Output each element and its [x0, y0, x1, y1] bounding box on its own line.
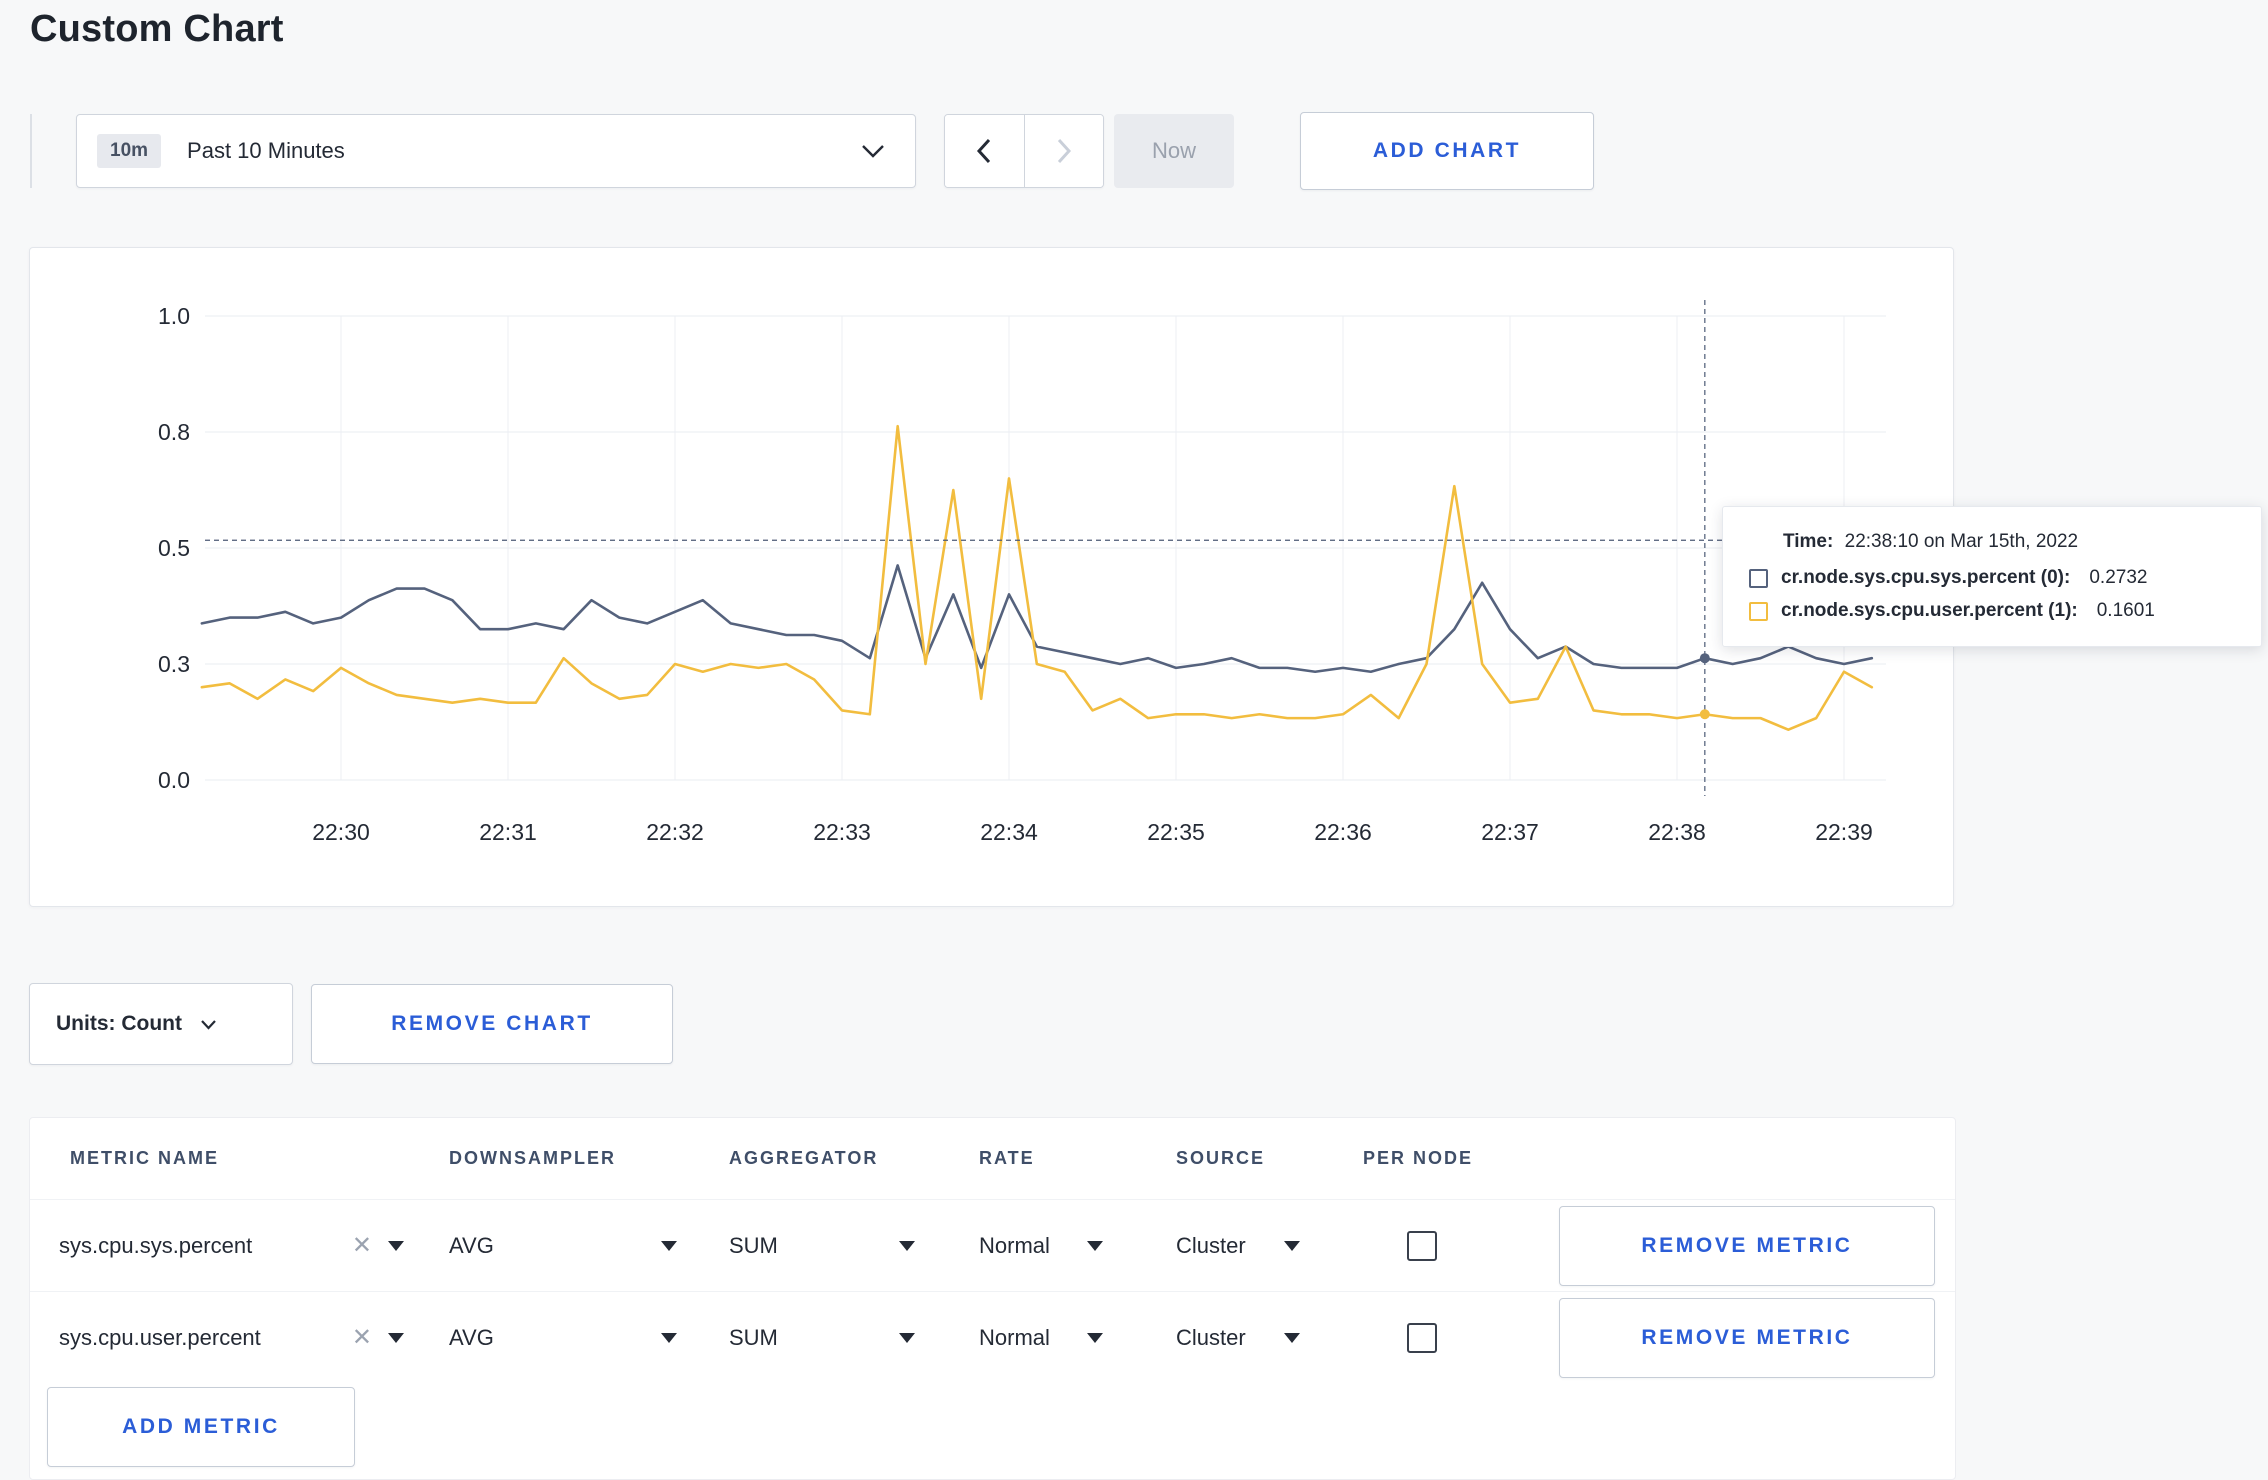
tooltip-series-row: cr.node.sys.cpu.sys.percent (0): 0.2732: [1749, 567, 2235, 589]
dropdown-caret-icon: [661, 1333, 677, 1343]
page-title: Custom Chart: [30, 8, 284, 50]
time-pager: [944, 114, 1104, 188]
svg-text:22:36: 22:36: [1314, 819, 1372, 845]
toolbar-divider: [30, 114, 32, 188]
metric-row: sys.cpu.sys.percent ✕ AVG SUM Normal Clu…: [30, 1199, 1955, 1292]
col-header-source: SOURCE: [1176, 1148, 1266, 1168]
tooltip-series-name: cr.node.sys.cpu.sys.percent (0):: [1781, 567, 2071, 588]
user-series-swatch-icon: [1749, 601, 1768, 621]
units-label: Units: Count: [56, 1012, 182, 1035]
time-window-badge: 10m: [97, 134, 162, 168]
rate-value: Normal: [979, 1325, 1050, 1350]
chevron-right-icon: [1056, 137, 1072, 165]
dropdown-caret-icon: [899, 1333, 915, 1343]
downsampler-value: AVG: [449, 1233, 494, 1258]
chevron-down-icon: [861, 144, 885, 158]
svg-text:0.8: 0.8: [158, 419, 190, 445]
metric-name-value: sys.cpu.user.percent: [59, 1325, 261, 1350]
chevron-down-icon: [200, 1019, 217, 1030]
tooltip-time-label: Time:: [1783, 531, 1834, 552]
col-header-downsampler: DOWNSAMPLER: [449, 1148, 616, 1168]
prev-time-button[interactable]: [945, 115, 1024, 187]
downsampler-value: AVG: [449, 1325, 494, 1350]
col-header-rate: RATE: [979, 1148, 1035, 1168]
remove-chart-button[interactable]: REMOVE CHART: [311, 984, 673, 1064]
aggregator-select[interactable]: SUM: [729, 1292, 915, 1384]
now-button[interactable]: Now: [1114, 114, 1234, 188]
tooltip-time: Time: 22:38:10 on Mar 15th, 2022: [1783, 531, 2235, 553]
add-metric-button[interactable]: ADD METRIC: [47, 1387, 355, 1467]
tooltip-series-row: cr.node.sys.cpu.user.percent (1): 0.1601: [1749, 600, 2235, 622]
metrics-table: METRIC NAME DOWNSAMPLER AGGREGATOR RATE …: [29, 1117, 1956, 1480]
source-select[interactable]: Cluster: [1176, 1200, 1300, 1292]
time-range-select[interactable]: 10m Past 10 Minutes: [76, 114, 916, 188]
svg-text:22:37: 22:37: [1481, 819, 1539, 845]
dropdown-caret-icon: [388, 1241, 404, 1251]
remove-metric-cell: REMOVE METRIC: [1559, 1200, 1935, 1292]
col-header-aggregator: AGGREGATOR: [729, 1148, 879, 1168]
svg-text:22:39: 22:39: [1815, 819, 1873, 845]
svg-text:22:34: 22:34: [980, 819, 1038, 845]
source-value: Cluster: [1176, 1325, 1246, 1350]
rate-select[interactable]: Normal: [979, 1292, 1103, 1384]
tooltip-series-value: 0.2732: [2089, 567, 2148, 588]
clear-metric-icon[interactable]: ✕: [352, 1326, 372, 1350]
dropdown-caret-icon: [1087, 1241, 1103, 1251]
per-node-checkbox[interactable]: [1407, 1231, 1437, 1261]
col-header-per-node: PER NODE: [1363, 1148, 1474, 1168]
svg-text:22:32: 22:32: [646, 819, 704, 845]
metric-name-value: sys.cpu.sys.percent: [59, 1233, 253, 1258]
svg-text:0.3: 0.3: [158, 651, 190, 677]
tooltip-series-name: cr.node.sys.cpu.user.percent (1):: [1781, 600, 2078, 621]
downsampler-select[interactable]: AVG: [449, 1292, 677, 1384]
rate-select[interactable]: Normal: [979, 1200, 1103, 1292]
dropdown-caret-icon: [661, 1241, 677, 1251]
remove-metric-button[interactable]: REMOVE METRIC: [1559, 1206, 1935, 1286]
source-value: Cluster: [1176, 1233, 1246, 1258]
per-node-cell: [1382, 1200, 1462, 1292]
source-select[interactable]: Cluster: [1176, 1292, 1300, 1384]
chevron-left-icon: [976, 137, 992, 165]
metric-name-select[interactable]: sys.cpu.sys.percent ✕: [59, 1200, 404, 1292]
col-header-metric-name: METRIC NAME: [70, 1148, 219, 1168]
per-node-checkbox[interactable]: [1407, 1323, 1437, 1353]
svg-text:22:31: 22:31: [479, 819, 537, 845]
next-time-button[interactable]: [1024, 115, 1103, 187]
dropdown-caret-icon: [1284, 1333, 1300, 1343]
dropdown-caret-icon: [899, 1241, 915, 1251]
units-select[interactable]: Units: Count: [29, 983, 293, 1065]
downsampler-select[interactable]: AVG: [449, 1200, 677, 1292]
sys-series-swatch-icon: [1749, 568, 1768, 588]
remove-metric-cell: REMOVE METRIC: [1559, 1292, 1935, 1384]
rate-value: Normal: [979, 1233, 1050, 1258]
tooltip-time-value: 22:38:10 on Mar 15th, 2022: [1844, 531, 2079, 552]
chart-tooltip: Time: 22:38:10 on Mar 15th, 2022 cr.node…: [1722, 506, 2262, 647]
tooltip-series-value: 0.1601: [2096, 600, 2155, 621]
remove-metric-button[interactable]: REMOVE METRIC: [1559, 1298, 1935, 1378]
svg-text:0.0: 0.0: [158, 767, 190, 793]
svg-text:22:30: 22:30: [312, 819, 370, 845]
time-range-label: Past 10 Minutes: [187, 138, 345, 163]
aggregator-value: SUM: [729, 1233, 778, 1258]
add-chart-button[interactable]: ADD CHART: [1300, 112, 1594, 190]
per-node-cell: [1382, 1292, 1462, 1384]
svg-text:22:38: 22:38: [1648, 819, 1706, 845]
dropdown-caret-icon: [1284, 1241, 1300, 1251]
aggregator-select[interactable]: SUM: [729, 1200, 915, 1292]
svg-text:1.0: 1.0: [158, 303, 190, 329]
dropdown-caret-icon: [1087, 1333, 1103, 1343]
svg-text:22:33: 22:33: [813, 819, 871, 845]
metric-row: sys.cpu.user.percent ✕ AVG SUM Normal Cl…: [30, 1291, 1955, 1384]
custom-chart-page: Custom Chart 10m Past 10 Minutes Now ADD…: [0, 0, 2268, 1480]
dropdown-caret-icon: [388, 1333, 404, 1343]
chart-card: 0.0 0.3 0.5 0.8 1.0 22:30 22:31 22:32 22:33 22:34…: [29, 247, 1954, 907]
svg-text:0.5: 0.5: [158, 535, 190, 561]
time-series-chart[interactable]: 0.0 0.3 0.5 0.8 1.0 22:30 22:31 22:32 22:33 22:34…: [30, 248, 1953, 906]
svg-text:22:35: 22:35: [1147, 819, 1205, 845]
metric-name-select[interactable]: sys.cpu.user.percent ✕: [59, 1292, 404, 1384]
aggregator-value: SUM: [729, 1325, 778, 1350]
clear-metric-icon[interactable]: ✕: [352, 1234, 372, 1258]
